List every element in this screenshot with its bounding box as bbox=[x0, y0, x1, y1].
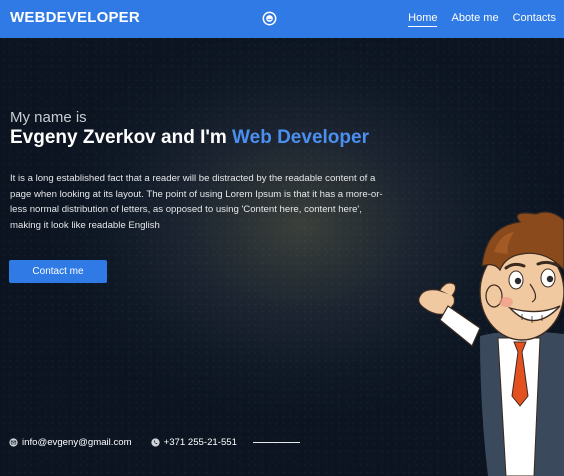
smiley-icon bbox=[262, 11, 277, 26]
phone-text: +371 255-21-551 bbox=[163, 436, 237, 448]
main-nav: Home Abote me Contacts bbox=[408, 12, 556, 27]
contact-me-button[interactable]: Contact me bbox=[9, 260, 107, 283]
hero-headline: Evgeny Zverkov and I'm Web Developer bbox=[10, 127, 369, 149]
headline-role: Web Developer bbox=[232, 127, 369, 148]
cartoon-mascot-illustration bbox=[418, 211, 564, 476]
email-contact[interactable]: info@evgeny@gmail.com bbox=[9, 437, 132, 448]
email-icon bbox=[9, 437, 18, 447]
contact-footer: info@evgeny@gmail.com +371 255-21-551 bbox=[9, 436, 300, 448]
brand-logo[interactable]: WEBDEVELOPER bbox=[10, 9, 140, 26]
headline-name: Evgeny Zverkov and I'm bbox=[10, 127, 233, 148]
nav-about[interactable]: Abote me bbox=[451, 12, 498, 27]
decorative-divider bbox=[252, 441, 300, 443]
hero-description: It is a long established fact that a rea… bbox=[10, 173, 383, 231]
intro-text: My name is bbox=[10, 109, 87, 126]
phone-contact[interactable]: +371 255-21-551 bbox=[150, 436, 237, 448]
top-navbar: WEBDEVELOPER Home Abote me Contacts bbox=[0, 0, 564, 38]
nav-home[interactable]: Home bbox=[408, 12, 438, 27]
email-text: info@evgeny@gmail.com bbox=[22, 436, 132, 448]
nav-contacts[interactable]: Contacts bbox=[513, 12, 556, 27]
phone-icon bbox=[150, 437, 160, 447]
